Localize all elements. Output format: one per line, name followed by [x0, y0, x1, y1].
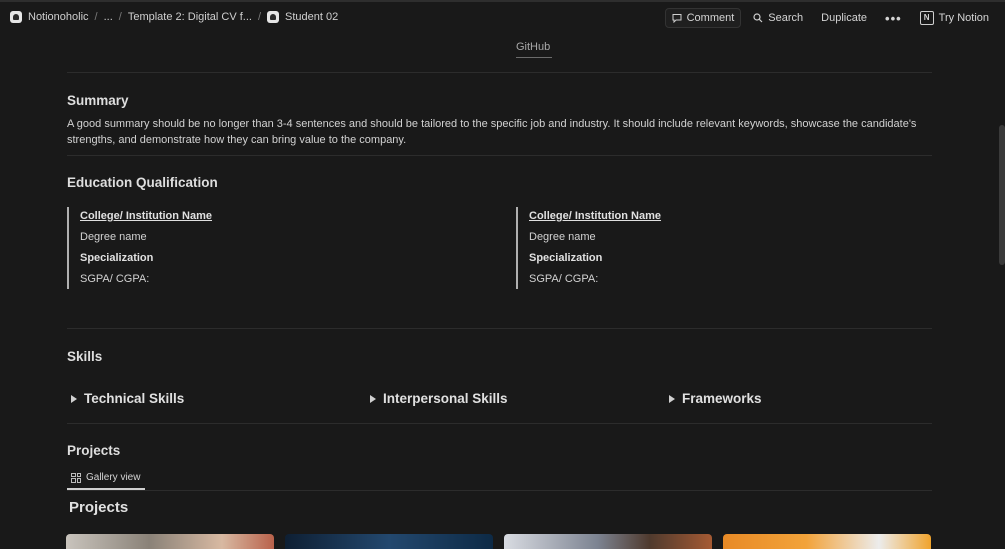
notion-logo-icon: N — [919, 11, 934, 25]
gallery-card-thumbnail[interactable] — [285, 534, 493, 549]
breadcrumb-separator: / — [257, 11, 262, 23]
toggle-frameworks[interactable]: Frameworks — [669, 391, 762, 406]
divider — [67, 155, 932, 156]
degree-name: Degree name — [80, 231, 147, 243]
search-label: Search — [768, 12, 804, 24]
workspace-icon — [10, 11, 22, 23]
divider — [67, 490, 932, 491]
divider — [67, 328, 932, 329]
comment-label: Comment — [686, 12, 735, 24]
breadcrumb-page[interactable]: Student 02 — [285, 11, 338, 23]
toggle-arrow-icon[interactable] — [370, 394, 376, 403]
projects-heading: Projects — [67, 443, 121, 458]
github-link[interactable]: GitHub — [516, 41, 550, 53]
breadcrumb-ellipsis[interactable]: ... — [104, 11, 113, 23]
toggle-label: Frameworks — [682, 391, 762, 406]
education-entry: College/ Institution Name Degree name Sp… — [516, 207, 661, 289]
comment-icon — [672, 14, 682, 23]
comment-button[interactable]: Comment — [664, 8, 742, 28]
skills-heading: Skills — [67, 349, 103, 364]
toggle-interpersonal-skills[interactable]: Interpersonal Skills — [370, 391, 508, 406]
tab-label: Gallery view — [86, 472, 141, 483]
specialization: Specialization — [80, 252, 154, 264]
education-entry: College/ Institution Name Degree name Sp… — [67, 207, 212, 289]
breadcrumb-separator: / — [118, 11, 122, 23]
try-notion-label: Try Notion — [938, 12, 989, 24]
more-options-icon[interactable]: ••• — [879, 11, 908, 26]
institution-name[interactable]: College/ Institution Name — [80, 207, 212, 228]
breadcrumb-workspace[interactable]: Notionoholic — [28, 11, 89, 23]
degree-name: Degree name — [529, 231, 596, 243]
toggle-arrow-icon[interactable] — [71, 394, 77, 403]
github-underline — [516, 57, 552, 58]
top-actions: Comment Search Duplicate ••• N Try Notio… — [664, 8, 995, 28]
education-heading: Education Qualification — [67, 175, 218, 190]
try-notion-button[interactable]: N Try Notion — [914, 8, 995, 28]
breadcrumb: Notionoholic / ... / Template 2: Digital… — [10, 11, 338, 23]
gallery-grid-icon — [71, 472, 81, 483]
divider — [67, 72, 932, 73]
top-bar: Notionoholic / ... / Template 2: Digital… — [0, 0, 1005, 34]
tab-gallery-view[interactable]: Gallery view — [67, 467, 145, 490]
duplicate-button[interactable]: Duplicate — [815, 9, 873, 27]
toggle-arrow-icon[interactable] — [669, 394, 675, 403]
grade: SGPA/ CGPA: — [80, 273, 150, 285]
gallery-card-thumbnail[interactable] — [504, 534, 712, 549]
gallery-title: Projects — [69, 499, 129, 516]
gallery-card-thumbnail[interactable] — [66, 534, 274, 549]
page-icon — [267, 11, 280, 23]
breadcrumb-separator: / — [94, 11, 98, 23]
toggle-label: Interpersonal Skills — [383, 391, 508, 406]
breadcrumb-template[interactable]: Template 2: Digital CV f... — [128, 11, 252, 23]
divider — [67, 423, 932, 424]
summary-heading: Summary — [67, 93, 129, 108]
grade: SGPA/ CGPA: — [529, 273, 599, 285]
search-button[interactable]: Search — [747, 9, 809, 27]
toggle-technical-skills[interactable]: Technical Skills — [71, 391, 184, 406]
institution-name[interactable]: College/ Institution Name — [529, 207, 661, 228]
scrollbar[interactable] — [999, 125, 1005, 265]
specialization: Specialization — [529, 252, 603, 264]
summary-text: A good summary should be no longer than … — [67, 118, 917, 146]
toggle-label: Technical Skills — [84, 391, 185, 406]
gallery-card-thumbnail[interactable] — [723, 534, 931, 549]
search-icon — [753, 13, 763, 23]
